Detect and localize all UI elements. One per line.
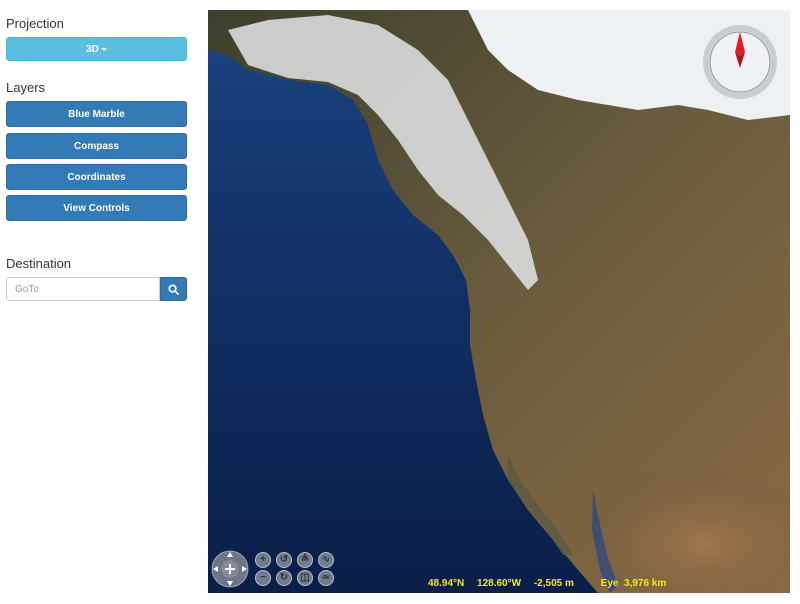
- sidebar: Projection 3D Layers Blue Marble Compass…: [0, 0, 196, 604]
- layers-title: Layers: [6, 80, 46, 95]
- latitude-value: 48.94°N: [428, 578, 465, 589]
- layer-button-compass[interactable]: Compass: [6, 133, 187, 159]
- globe-canvas[interactable]: + − ↺ ↻ ≜ ◫ ∿ ≃ 48.94°N 128.60°W -2,505 …: [208, 10, 790, 593]
- goto-input[interactable]: [6, 277, 160, 301]
- tilt-up-icon[interactable]: ≜: [297, 552, 313, 568]
- search-icon: [168, 283, 179, 295]
- projection-button-label: 3D: [86, 43, 99, 55]
- projection-title: Projection: [6, 16, 64, 31]
- rotate-right-icon[interactable]: ↻: [276, 570, 292, 586]
- destination-title: Destination: [6, 256, 72, 271]
- layer-button-view-controls[interactable]: View Controls: [6, 195, 187, 221]
- compass-widget[interactable]: [702, 24, 778, 100]
- layer-button-blue-marble[interactable]: Blue Marble: [6, 101, 187, 127]
- zoom-out-icon[interactable]: −: [255, 570, 271, 586]
- layer-button-coordinates[interactable]: Coordinates: [6, 164, 187, 190]
- flatten-icon[interactable]: ∿: [318, 552, 334, 568]
- exaggeration-icon[interactable]: ≃: [318, 570, 334, 586]
- projection-dropdown-button[interactable]: 3D: [6, 37, 187, 61]
- zoom-in-icon[interactable]: +: [255, 552, 271, 568]
- caret-down-icon: [100, 47, 107, 51]
- eye-altitude-value: Eye 3,976 km: [600, 578, 667, 589]
- goto-search-button[interactable]: [160, 277, 187, 301]
- longitude-value: 128.60°W: [477, 578, 522, 589]
- compass-icon: [703, 25, 777, 99]
- tilt-down-icon[interactable]: ◫: [297, 570, 313, 586]
- view-controls: + − ↺ ↻ ≜ ◫ ∿ ≃: [210, 549, 340, 591]
- rotate-left-icon[interactable]: ↺: [276, 552, 292, 568]
- elevation-value: -2,505 m: [533, 578, 574, 589]
- goto-group: [6, 277, 187, 301]
- coordinates-readout: 48.94°N 128.60°W -2,505 m Eye 3,976 km: [428, 578, 676, 589]
- pan-arrows-icon[interactable]: [210, 549, 250, 589]
